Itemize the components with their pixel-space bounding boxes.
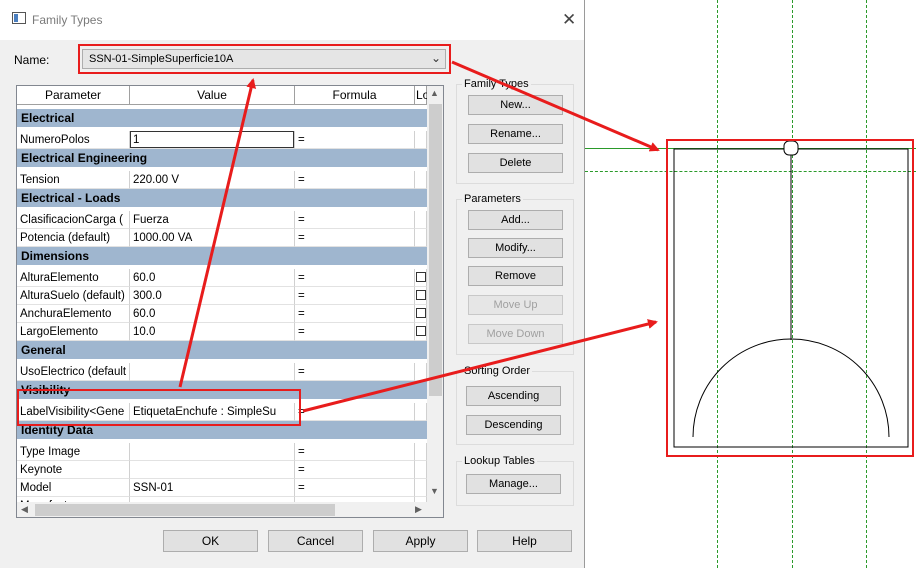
- annotation-arrows: [178, 60, 660, 413]
